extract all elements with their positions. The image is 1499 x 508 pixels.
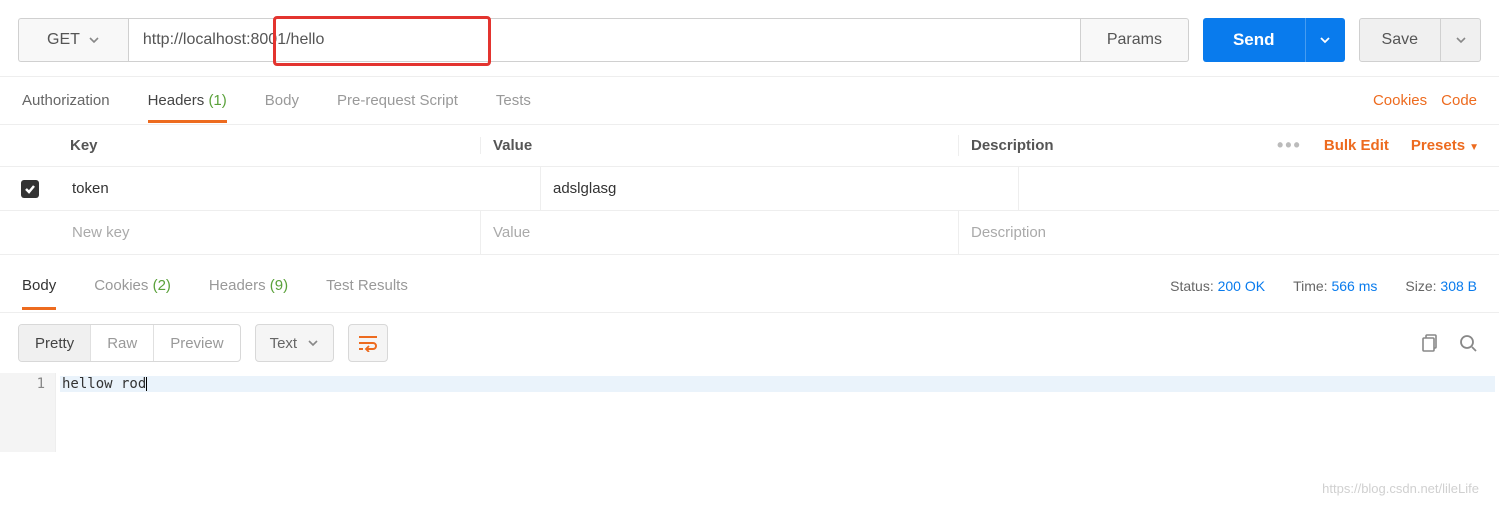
chevron-down-icon xyxy=(307,337,319,349)
raw-button[interactable]: Raw xyxy=(90,325,153,361)
send-button[interactable]: Send xyxy=(1203,18,1305,62)
caret-down-icon: ▼ xyxy=(1469,142,1479,153)
col-description: Description xyxy=(971,137,1054,154)
chevron-down-icon xyxy=(88,34,100,46)
save-button[interactable]: Save xyxy=(1359,18,1441,62)
table-row-new: New key Value Description xyxy=(0,211,1499,255)
tab-tests-label: Tests xyxy=(496,92,531,109)
tab-body-label: Body xyxy=(265,92,299,109)
resp-tab-cookies-count: (2) xyxy=(153,277,171,294)
params-button[interactable]: Params xyxy=(1081,18,1189,62)
status-label: Status: xyxy=(1170,278,1214,294)
col-key: Key xyxy=(0,137,480,154)
resp-tab-headers-label: Headers xyxy=(209,277,266,294)
new-key-input[interactable]: New key xyxy=(0,224,480,241)
size-value: 308 B xyxy=(1440,278,1477,294)
row-checkbox[interactable] xyxy=(21,180,39,198)
headers-table: Key Value Description ••• Bulk Edit Pres… xyxy=(0,125,1499,255)
time-value: 566 ms xyxy=(1331,278,1377,294)
wrap-icon xyxy=(357,334,379,352)
save-label: Save xyxy=(1382,31,1418,49)
resp-tab-body-label: Body xyxy=(22,277,56,294)
header-key-input[interactable]: token xyxy=(60,180,540,197)
params-label: Params xyxy=(1107,31,1162,49)
resp-tab-tests[interactable]: Test Results xyxy=(326,261,408,310)
response-code[interactable]: hellow rod xyxy=(56,373,1499,452)
url-input[interactable]: http://localhost:8001/hello xyxy=(128,18,1081,62)
view-mode-group: Pretty Raw Preview xyxy=(18,324,241,362)
size-meta: Size: 308 B xyxy=(1405,278,1477,294)
chevron-down-icon xyxy=(1455,34,1467,46)
send-dropdown[interactable] xyxy=(1305,18,1345,62)
tab-headers-count: (1) xyxy=(208,92,226,109)
url-text: http://localhost:8001/hello xyxy=(143,31,324,49)
new-desc-input[interactable]: Description xyxy=(958,211,1499,254)
header-desc-input[interactable] xyxy=(1018,167,1499,210)
resp-tab-tests-label: Test Results xyxy=(326,277,408,294)
resp-tab-headers[interactable]: Headers (9) xyxy=(209,261,288,310)
resp-tab-body[interactable]: Body xyxy=(22,261,56,310)
wrap-lines-button[interactable] xyxy=(348,324,388,362)
watermark: https://blog.csdn.net/lileLife xyxy=(1322,481,1479,496)
resp-tab-cookies-label: Cookies xyxy=(94,277,148,294)
bulk-edit-link[interactable]: Bulk Edit xyxy=(1324,137,1389,154)
tab-prerequest-label: Pre-request Script xyxy=(337,92,458,109)
http-method-select[interactable]: GET xyxy=(18,18,128,62)
code-link[interactable]: Code xyxy=(1441,92,1477,109)
response-body-area: 1 hellow rod xyxy=(0,373,1499,452)
table-row: token adslglasg xyxy=(0,167,1499,211)
presets-label: Presets xyxy=(1411,137,1465,154)
tab-headers-label: Headers xyxy=(148,92,205,109)
header-value-input[interactable]: adslglasg xyxy=(540,167,1018,210)
search-icon xyxy=(1458,333,1478,353)
format-label: Text xyxy=(270,335,298,352)
line-gutter: 1 xyxy=(0,373,56,452)
tab-tests[interactable]: Tests xyxy=(496,78,531,123)
chevron-down-icon xyxy=(1319,34,1331,46)
format-select[interactable]: Text xyxy=(255,324,335,362)
pretty-button[interactable]: Pretty xyxy=(19,325,90,361)
copy-response-button[interactable] xyxy=(1415,330,1441,356)
send-label: Send xyxy=(1233,30,1275,50)
presets-dropdown[interactable]: Presets ▼ xyxy=(1411,137,1479,154)
resp-tab-headers-count: (9) xyxy=(270,277,288,294)
text-cursor xyxy=(146,377,147,391)
search-response-button[interactable] xyxy=(1455,330,1481,356)
tab-prerequest[interactable]: Pre-request Script xyxy=(337,78,458,123)
time-meta: Time: 566 ms xyxy=(1293,278,1377,294)
preview-button[interactable]: Preview xyxy=(153,325,239,361)
save-dropdown[interactable] xyxy=(1441,18,1481,62)
http-method-label: GET xyxy=(47,31,80,49)
col-value: Value xyxy=(480,137,958,154)
check-icon xyxy=(24,183,36,195)
tab-headers[interactable]: Headers (1) xyxy=(148,78,227,123)
columns-options-icon[interactable]: ••• xyxy=(1277,135,1302,156)
cookies-link[interactable]: Cookies xyxy=(1373,92,1427,109)
resp-tab-cookies[interactable]: Cookies (2) xyxy=(94,261,171,310)
time-label: Time: xyxy=(1293,278,1327,294)
tab-authorization-label: Authorization xyxy=(22,92,110,109)
size-label: Size: xyxy=(1405,278,1436,294)
response-line-1: hellow rod xyxy=(62,376,146,392)
copy-icon xyxy=(1418,333,1438,353)
tab-authorization[interactable]: Authorization xyxy=(22,78,110,123)
new-value-input[interactable]: Value xyxy=(480,211,958,254)
tab-body[interactable]: Body xyxy=(265,78,299,123)
status-value: 200 OK xyxy=(1218,278,1265,294)
status-meta: Status: 200 OK xyxy=(1170,278,1265,294)
